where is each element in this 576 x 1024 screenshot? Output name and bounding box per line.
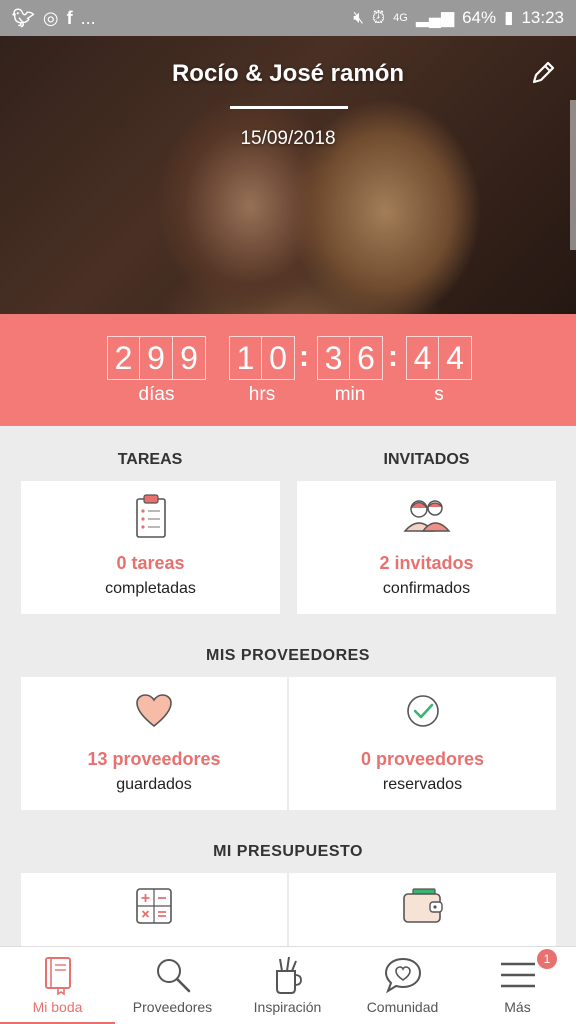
saved-vendors-card[interactable]: 13 proveedores guardados	[21, 677, 287, 810]
guests-sub: confirmados	[382, 580, 471, 597]
budget-title: MI PRESUPUESTO	[213, 843, 363, 860]
hours-label: hrs	[248, 384, 276, 405]
days-label: días	[138, 384, 175, 405]
digit: 2	[107, 336, 140, 380]
check-circle-icon	[406, 695, 439, 727]
guests-title: INVITADOS	[383, 451, 470, 468]
nav-mas[interactable]: 1 Más	[460, 947, 575, 1024]
nav-inspiracion[interactable]: Inspiración	[230, 947, 345, 1024]
clock: 13:23	[521, 8, 564, 27]
nav-proveedores[interactable]: Proveedores	[115, 947, 230, 1024]
title-divider	[230, 106, 348, 109]
alarm-icon: ⏰︎	[371, 8, 386, 27]
days-counter: 2 9 9	[107, 336, 206, 380]
nav-comunidad[interactable]: Comunidad	[345, 947, 460, 1024]
saved-vendors-count: 13 proveedores	[87, 749, 221, 769]
saved-vendors-sub: guardados	[116, 776, 192, 793]
network-type: 4G	[393, 12, 408, 24]
minutes-label: min	[334, 384, 366, 405]
twitter-icon: 🐦︎	[12, 7, 35, 28]
booked-vendors-card[interactable]: 0 proveedores reservados	[289, 677, 556, 810]
budget-calculator-card[interactable]	[21, 873, 287, 946]
budget-wallet-card[interactable]	[289, 873, 556, 946]
wedding-date: 15/09/2018	[240, 128, 336, 149]
status-bar: 🐦︎ ◎ f ... 🔇︎ ⏰︎ 4G ▂▄▆ 64% ▮ 13:23	[0, 0, 576, 36]
digit: 1	[229, 336, 262, 380]
pencil-icon	[532, 61, 555, 84]
nav-label: Inspiración	[253, 999, 322, 1015]
search-icon	[156, 959, 190, 993]
guests-count: 2 invitados	[379, 553, 474, 573]
tasks-sub: completadas	[105, 580, 196, 597]
facebook-icon: f	[66, 7, 73, 28]
battery-level: 64%	[462, 8, 497, 27]
separator: :	[388, 340, 398, 373]
countdown: 2 9 9 1 0 : 3 6 : 4 4 días hrs min s	[0, 314, 576, 426]
digit: 9	[173, 336, 206, 380]
mute-icon: 🔇︎	[353, 8, 364, 27]
booked-vendors-sub: reservados	[382, 776, 463, 793]
separator: :	[299, 340, 309, 373]
pencil-cup-icon	[275, 956, 302, 994]
heart-icon	[136, 694, 172, 728]
status-bar-left: 🐦︎ ◎ f ...	[12, 8, 96, 29]
digit: 3	[317, 336, 350, 380]
tasks-card[interactable]: 0 tareas completadas	[21, 481, 280, 614]
digit: 6	[350, 336, 383, 380]
digit: 4	[406, 336, 439, 380]
battery-icon: ▮	[504, 8, 514, 27]
signal-icon: ▂▄▆	[415, 8, 455, 27]
chat-heart-icon	[384, 957, 421, 994]
seconds-label: s	[434, 384, 444, 405]
minutes-counter: 3 6	[317, 336, 383, 380]
status-bar-right: 🔇︎ ⏰︎ 4G ▂▄▆ 64% ▮ 13:23	[353, 8, 564, 28]
calculator-icon	[136, 888, 172, 924]
menu-icon	[500, 962, 535, 988]
nav-label: Mi boda	[32, 999, 83, 1015]
couple-names: Rocío & José ramón	[171, 60, 405, 87]
vendors-title: MIS PROVEEDORES	[206, 647, 370, 664]
hero-photo[interactable]: Rocío & José ramón 15/09/2018	[0, 36, 576, 314]
digit: 0	[262, 336, 295, 380]
more-notifications: ...	[80, 7, 96, 28]
notification-badge: 1	[537, 949, 557, 969]
nav-label: Proveedores	[132, 999, 213, 1015]
guests-icon	[402, 500, 451, 532]
instagram-icon: ◎	[42, 7, 59, 28]
booked-vendors-count: 0 proveedores	[360, 749, 485, 769]
wallet-icon	[402, 888, 443, 923]
tasks-count: 0 tareas	[116, 553, 185, 573]
digit: 9	[140, 336, 173, 380]
digit: 4	[439, 336, 472, 380]
notebook-icon	[44, 957, 71, 995]
bottom-nav: Mi boda Proveedores Inspiración Comunida…	[0, 946, 576, 1024]
seconds-counter: 4 4	[406, 336, 472, 380]
nav-mi-boda[interactable]: Mi boda	[0, 947, 115, 1024]
clipboard-icon	[135, 494, 166, 538]
hours-counter: 1 0	[229, 336, 295, 380]
nav-label: Comunidad	[366, 999, 439, 1015]
tasks-title: TAREAS	[117, 451, 183, 468]
guests-card[interactable]: 2 invitados confirmados	[297, 481, 556, 614]
edit-button[interactable]	[528, 58, 558, 88]
nav-label: Más	[504, 999, 531, 1015]
